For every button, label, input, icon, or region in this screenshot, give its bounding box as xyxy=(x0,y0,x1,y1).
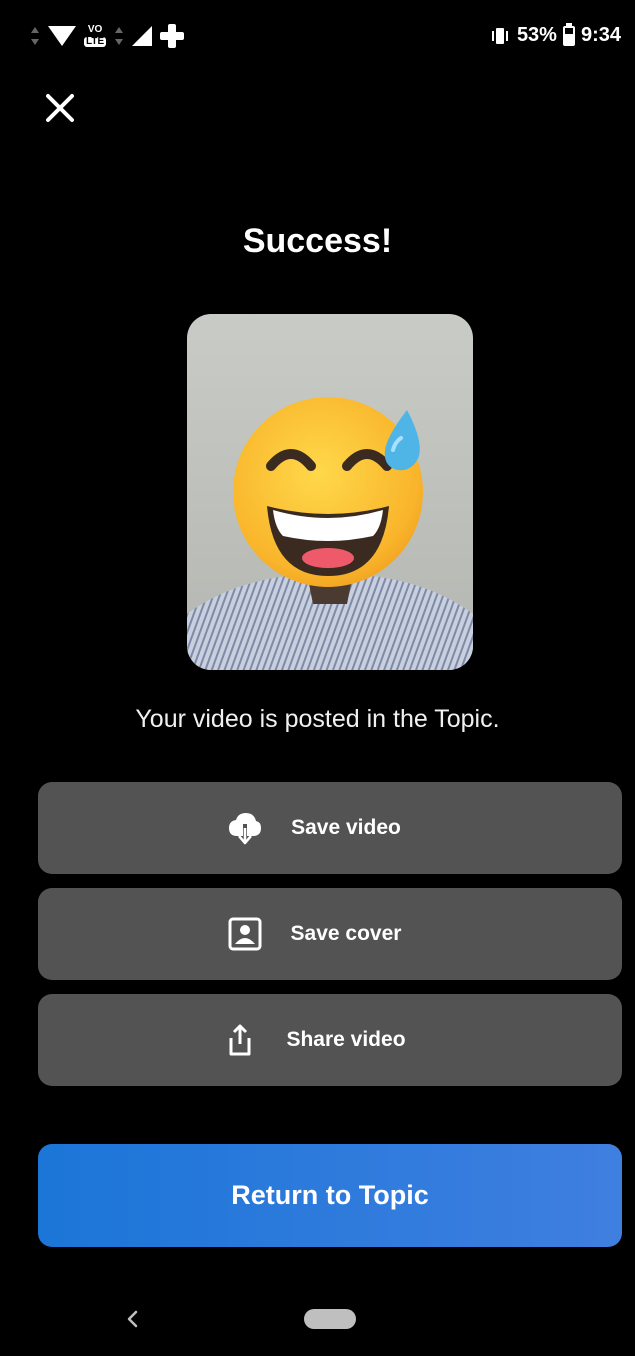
cloud-download-icon xyxy=(227,810,263,846)
save-video-label: Save video xyxy=(291,816,401,839)
share-icon xyxy=(222,1022,258,1058)
system-nav-bar xyxy=(0,1290,635,1356)
share-video-label: Share video xyxy=(286,1028,406,1051)
status-bar: VO LTE 53% 9:34 xyxy=(0,0,635,78)
health-plus-icon xyxy=(160,24,185,48)
close-button[interactable] xyxy=(40,88,80,128)
portrait-icon xyxy=(227,916,263,952)
status-icons-left: VO LTE xyxy=(30,24,185,48)
post-confirmation-text: Your video is posted in the Topic. xyxy=(135,705,500,733)
volte-top-label: VO xyxy=(87,24,103,35)
back-button[interactable] xyxy=(118,1304,148,1334)
video-thumbnail xyxy=(187,314,473,670)
return-to-topic-button[interactable]: Return to Topic xyxy=(38,1144,622,1247)
save-video-button[interactable]: Save video xyxy=(38,782,622,874)
volte-bottom-label: LTE xyxy=(84,36,107,47)
battery-percent: 53% xyxy=(516,24,557,46)
volte-icon: VO LTE xyxy=(84,24,107,47)
vibrate-icon xyxy=(491,27,508,44)
back-chevron-icon xyxy=(127,1310,138,1328)
status-icons-right: 53% 9:34 xyxy=(489,22,621,47)
clock: 9:34 xyxy=(580,24,621,46)
data-activity-icon xyxy=(30,25,40,47)
save-cover-button[interactable]: Save cover xyxy=(38,888,622,980)
close-icon xyxy=(46,94,74,122)
home-pill-button[interactable] xyxy=(304,1309,356,1329)
cell-signal-icon xyxy=(132,26,153,46)
mobile-data-activity-icon xyxy=(114,25,124,47)
save-cover-label: Save cover xyxy=(290,922,402,945)
wifi-icon xyxy=(48,26,76,46)
share-video-button[interactable]: Share video xyxy=(38,994,622,1086)
battery-icon xyxy=(562,22,575,46)
page-title: Success! xyxy=(242,222,393,260)
video-thumbnail-image xyxy=(187,314,473,670)
